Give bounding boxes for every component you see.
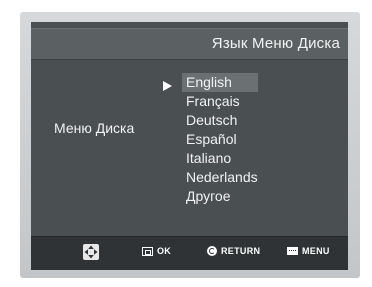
menu-icon [287,247,298,255]
return-icon [207,246,217,256]
language-option-other[interactable]: Другое [182,187,258,206]
language-option-nederlands[interactable]: Nederlands [182,168,258,187]
menu-header: Язык Меню Диска [31,28,348,60]
tv-frame: Язык Меню Диска Меню Диска English Franç… [0,0,372,287]
language-option-deutsch[interactable]: Deutsch [182,111,258,130]
language-option-italiano[interactable]: Italiano [182,149,258,168]
menu-title: Язык Меню Диска [211,35,340,52]
language-option-english[interactable]: English [182,73,258,92]
ok-hint[interactable]: OK [142,246,171,256]
dpad-icon [83,244,99,260]
language-option-francais[interactable]: Français [182,92,258,111]
button-hint-bar: OK RETURN MENU [31,236,348,270]
osd-screen: Язык Меню Диска Меню Диска English Franç… [31,22,348,270]
menu-hint[interactable]: MENU [287,246,330,256]
menu-label: MENU [302,246,330,256]
language-list: English Français Deutsch Español Italian… [182,73,258,206]
selection-arrow-icon [163,81,172,91]
setting-label: Меню Диска [54,120,135,136]
enter-icon [142,246,153,256]
return-hint[interactable]: RETURN [207,246,260,256]
ok-label: OK [157,246,172,256]
return-label: RETURN [221,246,261,256]
language-option-espanol[interactable]: Español [182,130,258,149]
